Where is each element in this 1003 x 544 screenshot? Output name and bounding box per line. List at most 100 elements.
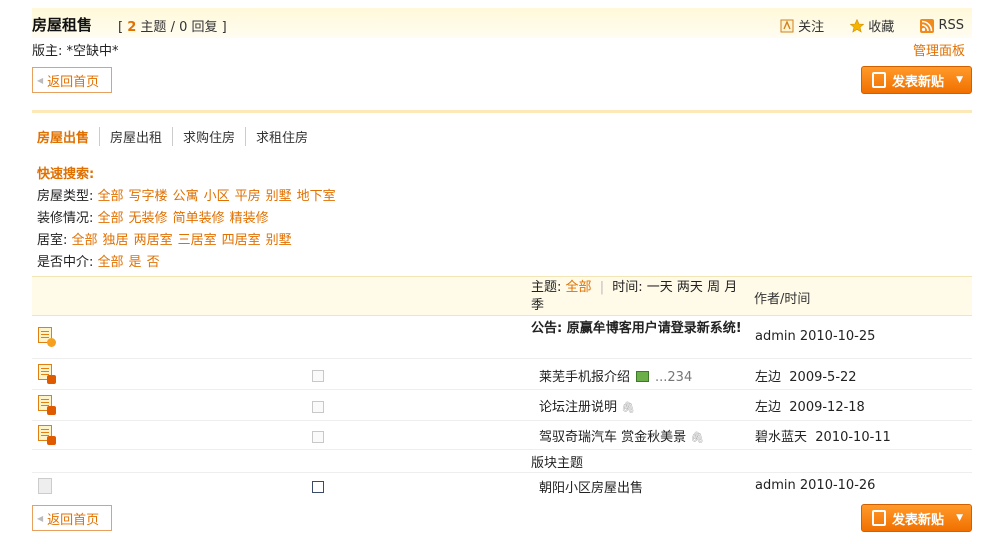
author-link[interactable]: 碧水蓝天: [755, 430, 807, 445]
announcement-icon: [38, 327, 56, 347]
star-icon: [850, 18, 865, 33]
favorite-link[interactable]: 收藏: [850, 16, 894, 35]
filter-option[interactable]: 地下室: [297, 189, 336, 204]
tab-house-rent[interactable]: 房屋出租: [100, 127, 174, 146]
author-link[interactable]: 左边: [755, 400, 781, 415]
filter-option[interactable]: 三居室: [178, 233, 217, 248]
row-checkbox[interactable]: [312, 370, 324, 382]
thread-author: admin 2010-10-26: [755, 478, 875, 493]
locked-thread-icon: [38, 425, 56, 445]
admin-panel-link[interactable]: 管理面板: [913, 40, 965, 59]
thread-filter: 主题: 全部 | 时间: 一天 两天 周 月 季: [531, 279, 743, 315]
thread-link[interactable]: 莱芜手机报介绍: [539, 370, 630, 385]
row-checkbox[interactable]: [312, 481, 324, 493]
thread-link[interactable]: 驾驭奇瑞汽车 赏金秋美景: [539, 430, 686, 445]
filter-option[interactable]: 别墅: [266, 233, 292, 248]
arrow-left-icon: ◀: [37, 75, 44, 85]
row-checkbox[interactable]: [312, 401, 324, 413]
thread-link[interactable]: 朝阳小区房屋出售: [539, 481, 643, 496]
filter-option[interactable]: 别墅: [266, 189, 292, 204]
filter-option[interactable]: 简单装修: [173, 211, 225, 226]
filter-option[interactable]: 写字楼: [129, 189, 168, 204]
author-link[interactable]: admin: [755, 478, 796, 493]
filter-option[interactable]: 全部: [98, 211, 124, 226]
time-option[interactable]: 周: [707, 280, 720, 295]
time-option[interactable]: 一天: [647, 280, 673, 295]
back-home-button-bottom[interactable]: ◀ 返回首页: [32, 505, 112, 531]
thread-author: 碧水蓝天 2010-10-11: [755, 426, 891, 445]
filter-decoration: 装修情况: 全部 无装修 简单装修 精装修: [37, 208, 341, 230]
row-checkbox[interactable]: [312, 431, 324, 443]
back-home-label: 返回首页: [47, 512, 100, 528]
filter-option[interactable]: 小区: [204, 189, 230, 204]
author-time-header: 作者/时间: [754, 292, 811, 307]
moderator-value: *空缺中*: [66, 44, 119, 59]
filter-label: 是否中介:: [37, 255, 94, 270]
forum-title: 房屋租售: [32, 16, 93, 34]
table-row: 莱芜手机报介绍 ...234 左边 2009-5-22: [32, 360, 972, 390]
filter-option[interactable]: 全部: [98, 255, 124, 270]
filter-option[interactable]: 全部: [98, 189, 124, 204]
moderator-line: 版主: *空缺中*: [32, 40, 119, 59]
rss-link[interactable]: RSS: [920, 18, 964, 33]
counts-close: ]: [221, 20, 227, 35]
follow-icon: [780, 19, 794, 32]
thread-table-header: 主题: 全部 | 时间: 一天 两天 周 月 季 作者/时间: [32, 276, 972, 316]
thread-date: 2010-10-26: [799, 478, 876, 493]
time-option[interactable]: 两天: [677, 280, 703, 295]
filter-option[interactable]: 四居室: [222, 233, 261, 248]
time-option[interactable]: 月: [724, 280, 737, 295]
follow-link[interactable]: 关注: [780, 16, 824, 35]
quick-search-title: 快速搜索:: [37, 167, 95, 182]
filter-option[interactable]: 平房: [235, 189, 261, 204]
filter-label: 居室:: [37, 233, 68, 248]
forum-header: 房屋租售 [ 2 主题 / 0 回复 ] 关注 收藏 RSS: [32, 8, 972, 38]
favorite-label: 收藏: [868, 20, 895, 35]
announcement-link[interactable]: 公告: 原赢牟博客用户请登录新系统!: [531, 319, 743, 339]
thread-date: 2009-5-22: [789, 370, 857, 385]
filter-option[interactable]: 无装修: [129, 211, 168, 226]
thread-subject: 驾驭奇瑞汽车 赏金秋美景 🖇: [539, 426, 704, 445]
thread-pages[interactable]: ...234: [655, 370, 692, 385]
author-link[interactable]: 左边: [755, 370, 781, 385]
table-row: 论坛注册说明 🖇 左边 2009-12-18: [32, 391, 972, 421]
post-new-label: 发表新贴: [892, 512, 945, 528]
filter-label: 装修情况:: [37, 211, 94, 226]
table-row: 驾驭奇瑞汽车 赏金秋美景 🖇 碧水蓝天 2010-10-11: [32, 422, 972, 450]
filter-option[interactable]: 是: [129, 255, 142, 270]
thread-date: 2009-12-18: [789, 400, 865, 415]
attachment-icon: 🖇: [621, 401, 636, 414]
post-new-button-bottom[interactable]: 发表新贴 ▼: [861, 504, 972, 532]
quick-search: 快速搜索: 房屋类型: 全部 写字楼 公寓 小区 平房 别墅 地下室 装修情况: 全部 无装修…: [37, 164, 341, 274]
tab-rent-wanted[interactable]: 求租住房: [246, 127, 318, 146]
thread-link[interactable]: 论坛注册说明: [539, 400, 617, 415]
time-option[interactable]: 季: [531, 298, 544, 313]
locked-thread-icon: [38, 364, 56, 384]
post-new-label: 发表新贴: [892, 74, 945, 90]
filter-option[interactable]: 两居室: [134, 233, 173, 248]
thread-subject: 朝阳小区房屋出售: [539, 477, 643, 496]
post-new-button[interactable]: 发表新贴 ▼: [861, 66, 972, 94]
filter-option[interactable]: 独居: [103, 233, 129, 248]
back-home-button[interactable]: ◀ 返回首页: [32, 67, 112, 93]
thread-subject: 论坛注册说明 🖇: [539, 396, 635, 415]
section-title: 版块主题: [531, 456, 584, 471]
back-home-label: 返回首页: [47, 74, 100, 90]
filter-option[interactable]: 全部: [72, 233, 98, 248]
filter-subject-all[interactable]: 全部: [566, 280, 592, 295]
filter-option[interactable]: 精装修: [230, 211, 269, 226]
counts-open: [: [118, 20, 124, 35]
thread-author: 左边 2009-12-18: [755, 396, 865, 415]
divider: [32, 110, 972, 113]
filter-option[interactable]: 否: [147, 255, 160, 270]
filter-subject-label: 主题:: [531, 280, 562, 295]
tab-buy-wanted[interactable]: 求购住房: [173, 127, 247, 146]
topics-label: 主题: [140, 20, 167, 35]
filter-option[interactable]: 公寓: [173, 189, 199, 204]
tab-house-sale[interactable]: 房屋出售: [37, 127, 101, 146]
filter-time-label: 时间:: [612, 280, 643, 295]
separator: |: [599, 280, 605, 295]
document-icon: [872, 72, 886, 88]
thread-icon: [38, 478, 54, 496]
replies-count: / 0 回复: [170, 20, 218, 35]
